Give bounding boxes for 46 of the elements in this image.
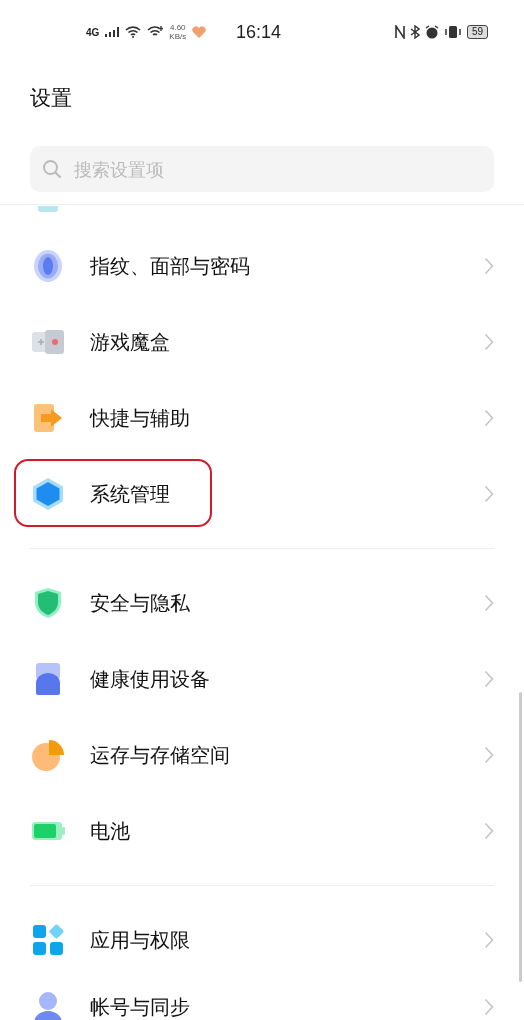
hexagon-icon (32, 477, 64, 511)
game-icon (31, 329, 65, 355)
settings-item[interactable]: 游戏魔盒 (0, 304, 524, 380)
chevron-icon (484, 485, 494, 503)
settings-item[interactable]: 系统管理 (0, 456, 524, 532)
settings-item[interactable]: 快捷与辅助 (0, 380, 524, 456)
settings-item[interactable]: 安全与隐私 (0, 565, 524, 641)
page-title: 设置 (30, 85, 72, 110)
chevron-icon (484, 822, 494, 840)
chevron-icon (484, 333, 494, 351)
speed-unit: KB/s (169, 32, 187, 41)
settings-item[interactable]: 运存与存储空间 (0, 717, 524, 793)
settings-item[interactable]: 应用与权限 (0, 902, 524, 978)
wifi-icon (125, 26, 142, 38)
settings-item[interactable]: 指纹、面部与密码 (0, 228, 524, 304)
signal-icon (105, 27, 120, 37)
search-field[interactable]: 搜索设置项 (30, 146, 494, 192)
speed-value: 4.60 (170, 23, 186, 32)
battery-icon (31, 820, 65, 842)
chevron-icon (484, 670, 494, 688)
alarm-icon (424, 25, 439, 39)
arrow-icon (33, 403, 63, 433)
nfc-icon (394, 25, 405, 39)
fingerprint-icon (33, 249, 63, 283)
vibrate-icon (443, 25, 462, 39)
wifi-icon (147, 26, 164, 38)
account-icon (33, 991, 63, 1020)
heart-icon (192, 26, 207, 38)
chevron-icon (484, 746, 494, 764)
network-label: 4G (86, 26, 100, 38)
health-icon (36, 663, 60, 695)
chevron-icon (484, 409, 494, 427)
settings-item[interactable]: 电池 (0, 793, 524, 869)
chevron-icon (484, 998, 494, 1016)
search-icon (42, 159, 62, 179)
battery-indicator: 59 (466, 25, 488, 39)
apps-icon (32, 924, 64, 956)
settings-item[interactable]: 健康使用设备 (0, 641, 524, 717)
pie-chart-icon (31, 738, 65, 772)
shield-icon (33, 587, 63, 619)
settings-item[interactable]: 帐号与同步 (0, 992, 524, 1020)
chevron-icon (484, 257, 494, 275)
chevron-icon (484, 594, 494, 612)
bluetooth-icon (409, 25, 420, 39)
chevron-icon (484, 931, 494, 949)
clock: 16:14 (236, 21, 283, 43)
